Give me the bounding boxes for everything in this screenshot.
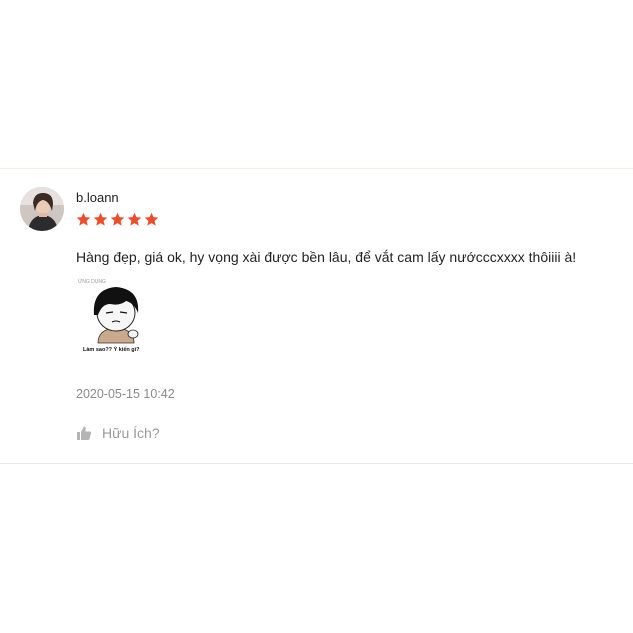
photo-watermark: ỨNG DỤNG [78,279,106,285]
helpful-button[interactable]: Hữu Ích? [76,425,160,441]
review-comment: Hàng đẹp, giá ok, hy vọng xài được bền l… [76,249,577,265]
thumbs-up-icon [77,426,92,440]
helpful-label: Hữu Ích? [102,425,160,441]
star-icon [144,212,159,226]
review-photo[interactable]: ỨNG DỤNG Làm sao?? Ý kiến gì? [76,277,162,363]
star-icon [76,212,91,226]
review-timestamp: 2020-05-15 10:42 [76,387,175,401]
rating-stars [76,212,159,227]
avatar-image [20,187,64,231]
star-icon [127,212,142,226]
star-icon [93,212,108,226]
username[interactable]: b.loann [76,190,119,205]
avatar[interactable] [20,187,64,231]
review-card: b.loann Hàng đẹp, giá ok, hy vọng xài đư… [0,168,633,464]
star-icon [110,212,125,226]
photo-caption: Làm sao?? Ý kiến gì? [83,347,140,353]
page: b.loann Hàng đẹp, giá ok, hy vọng xài đư… [0,0,633,633]
